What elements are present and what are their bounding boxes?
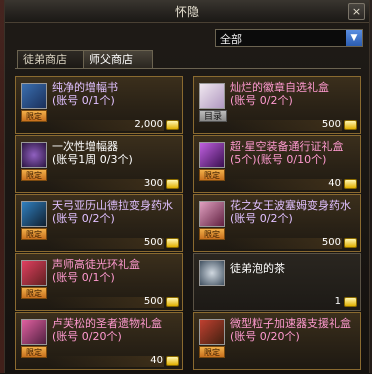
item-grid: 限定 纯净的增幅书 (账号 0/1个) 2,000 目录 灿烂的徽章自选礼盒 (账号… (15, 68, 361, 374)
potion-icon (21, 201, 47, 227)
coin-icon (344, 297, 357, 307)
shop-item[interactable]: 徒弟泡的茶 1 (193, 253, 361, 311)
limited-badge: 限定 (199, 228, 225, 240)
limited-badge: 限定 (21, 169, 47, 181)
catalog-badge: 目录 (199, 110, 227, 122)
item-price: 2,000 (134, 119, 163, 130)
shop-item[interactable]: 限定 一次性增幅器 (账号1周 0/3个) 300 (15, 135, 183, 193)
chevron-down-icon[interactable]: ▼ (346, 30, 362, 46)
shop-item[interactable]: 限定 超·星空装备通行证礼盒 (5个)(账号 0/10个) 40 (193, 135, 361, 193)
item-name: 花之女王波塞姆变身药水 (账号 0/2个) (230, 199, 351, 225)
limited-badge: 限定 (21, 346, 47, 358)
limited-badge: 限定 (21, 110, 47, 122)
shop-item[interactable]: 限定 声师高徒光环礼盒 (账号 0/1个) 500 (15, 253, 183, 311)
item-price: 500 (321, 237, 341, 248)
window-title: 怀隐 (174, 5, 199, 19)
shop-item[interactable]: 限定 花之女王波塞姆变身药水 (账号 0/2个) 500 (193, 194, 361, 252)
close-button[interactable]: × (348, 3, 365, 20)
accelerator-box-icon (199, 319, 225, 345)
item-price: 300 (143, 178, 163, 189)
relic-box-icon (21, 319, 47, 345)
coin-icon (166, 356, 179, 366)
book-icon (21, 83, 47, 109)
coin-icon (344, 179, 357, 189)
coin-icon (166, 238, 179, 248)
amplifier-icon (21, 142, 47, 168)
title-bar[interactable]: 怀隐 × (5, 0, 369, 23)
item-name: 一次性增幅器 (账号1周 0/3个) (52, 140, 133, 166)
item-name: 声师高徒光环礼盒 (账号 0/1个) (52, 258, 140, 284)
category-dropdown[interactable]: 全部 ▼ (215, 29, 363, 47)
item-price: 500 (143, 237, 163, 248)
item-price: 40 (328, 178, 341, 189)
coin-icon (166, 297, 179, 307)
coin-icon (166, 120, 179, 130)
limited-badge: 限定 (199, 169, 225, 181)
coin-icon (344, 238, 357, 248)
shop-item[interactable]: 限定 微型粒子加速器支援礼盒 (账号 0/20个) (193, 312, 361, 370)
tea-icon (199, 260, 225, 286)
box-icon (199, 83, 225, 109)
item-name: 纯净的增幅书 (账号 0/1个) (52, 81, 118, 107)
item-price: 500 (321, 119, 341, 130)
category-dropdown-value: 全部 (220, 33, 242, 46)
shop-item[interactable]: 目录 灿烂的徽章自选礼盒 (账号 0/2个) 500 (193, 76, 361, 134)
item-price: 500 (143, 296, 163, 307)
tab-disciple-shop[interactable]: 徒弟商店 (17, 50, 87, 68)
limited-badge: 限定 (21, 228, 47, 240)
star-box-icon (199, 142, 225, 168)
coin-icon (166, 179, 179, 189)
shop-item[interactable]: 限定 天弓亚历山德拉变身药水 (账号 0/2个) 500 (15, 194, 183, 252)
shop-item[interactable]: 限定 纯净的增幅书 (账号 0/1个) 2,000 (15, 76, 183, 134)
item-price: 40 (150, 355, 163, 366)
item-name: 天弓亚历山德拉变身药水 (账号 0/2个) (52, 199, 173, 225)
tab-master-shop[interactable]: 师父商店 (83, 50, 153, 68)
item-name: 灿烂的徽章自选礼盒 (账号 0/2个) (230, 81, 329, 107)
item-name: 超·星空装备通行证礼盒 (5个)(账号 0/10个) (230, 140, 344, 166)
item-price: 1 (334, 296, 341, 307)
item-name: 卢芙松的圣者遗物礼盒 (账号 0/20个) (52, 317, 162, 343)
shop-window: 怀隐 × 全部 ▼ 徒弟商店 师父商店 限定 纯净的增幅书 (账号 0/1个) 2… (4, 0, 370, 373)
shop-item[interactable]: 限定 卢芙松的圣者遗物礼盒 (账号 0/20个) 40 (15, 312, 183, 370)
limited-badge: 限定 (199, 346, 225, 358)
coin-icon (344, 120, 357, 130)
item-name: 微型粒子加速器支援礼盒 (账号 0/20个) (230, 317, 351, 343)
potion-icon (199, 201, 225, 227)
item-name: 徒弟泡的茶 (230, 262, 285, 275)
aura-box-icon (21, 260, 47, 286)
limited-badge: 限定 (21, 287, 47, 299)
